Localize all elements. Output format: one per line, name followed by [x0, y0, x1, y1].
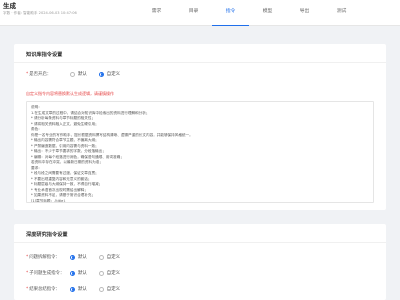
radio-default[interactable]: 默认 [70, 270, 87, 276]
divider [14, 242, 386, 243]
enable-row: *是否开启： 默认 自定义 [26, 70, 132, 78]
tab-instructions[interactable]: 指令 [212, 0, 249, 26]
radio-custom[interactable]: 自定义 [98, 286, 120, 292]
tab-outline[interactable]: 目录 [175, 0, 212, 26]
section-title: 深度研究指令设置 [26, 232, 68, 238]
setting-label: *结果总结指令： [26, 287, 60, 292]
setting-row: *问题拆解指令： 默认 自定义 [26, 253, 132, 261]
tab-bar: 需求 目录 指令 模型 导出 测试 [138, 0, 360, 26]
enable-label: *是否开启： [26, 72, 52, 77]
setting-row: *结果总结指令： 默认 自定义 [26, 285, 132, 293]
section-title: 知识库指令设置 [26, 52, 63, 58]
tab-model[interactable]: 模型 [249, 0, 286, 26]
radio-circle-icon [98, 286, 104, 292]
setting-label: *问题拆解指令： [26, 255, 60, 260]
top-bar: 生成 字数 · 作者: 智能助手 2024-06-03 10:47:06 需求 … [0, 0, 400, 26]
page-subtitle: 字数 · 作者: 智能助手 2024-06-03 10:47:06 [3, 11, 77, 15]
page-title: 生成 [3, 2, 16, 10]
tab-export[interactable]: 导出 [286, 0, 323, 26]
radio-checked-icon [98, 71, 104, 77]
deep-research-panel: 深度研究指令设置 *问题拆解指令： 默认 自定义 *子问题生成指令： 默认 自定… [14, 224, 386, 300]
radio-circle-icon [98, 254, 104, 260]
radio-checked-icon [70, 270, 75, 276]
prompt-textarea[interactable]: 说明： 1.在生成文章的过程中，请结合对知识库中检索出的资料进行理解和分析； * 请… [26, 101, 374, 203]
radio-circle-icon [98, 270, 104, 276]
tab-requirements[interactable]: 需求 [138, 0, 175, 26]
divider [14, 62, 386, 63]
radio-circle-icon [70, 71, 75, 77]
radio-default[interactable]: 默认 [70, 254, 87, 260]
radio-checked-icon [70, 254, 75, 260]
warning-text: 自定义指令内容将替换默认生成逻辑，请谨慎操作 [26, 91, 114, 96]
setting-label: *子问题生成指令： [26, 271, 65, 276]
setting-row: *子问题生成指令： 默认 自定义 [26, 269, 132, 277]
radio-default[interactable]: 默认 [70, 71, 87, 77]
tab-test[interactable]: 测试 [323, 0, 360, 26]
radio-custom[interactable]: 自定义 [98, 71, 120, 77]
radio-default[interactable]: 默认 [70, 286, 87, 292]
radio-custom[interactable]: 自定义 [98, 270, 120, 276]
brand-block: 生成 字数 · 作者: 智能助手 2024-06-03 10:47:06 [3, 2, 123, 16]
knowledge-instruction-panel: 知识库指令设置 *是否开启： 默认 自定义 自定义指令内容将替换默认生成逻辑，请… [14, 44, 386, 210]
radio-custom[interactable]: 自定义 [98, 254, 120, 260]
radio-checked-icon [70, 286, 75, 292]
prompt-line: [1]章节标题：{title} [31, 198, 66, 203]
